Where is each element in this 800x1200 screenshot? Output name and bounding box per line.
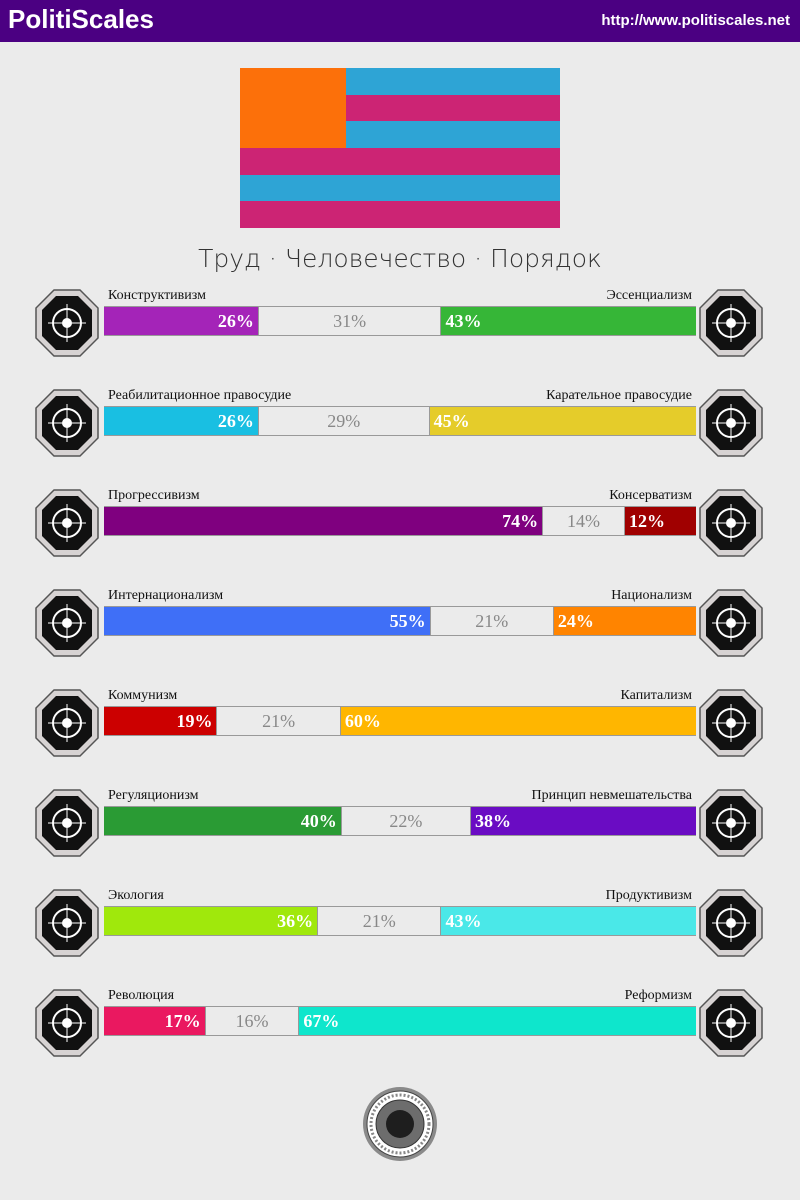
axis-neutral-value: 29% xyxy=(257,407,430,435)
ballot-box-icon xyxy=(698,988,764,1058)
hammer-sickle-icon xyxy=(34,688,100,758)
axis-left-label: Экология xyxy=(108,888,164,903)
axis-neutral-value: 21% xyxy=(216,707,341,735)
axis-left-value: 74% xyxy=(104,507,543,535)
axis-row: Революция Реформизм 17% 16% 67% xyxy=(0,988,800,1068)
flag-canton xyxy=(240,68,346,148)
axis-right-value: 60% xyxy=(340,707,696,735)
axis-bar: 74% 14% 12% xyxy=(104,506,696,536)
prison-bars-icon xyxy=(698,388,764,458)
axis-row: Конструктивизм Эссенциализм 26% 31% 43% xyxy=(0,288,800,368)
axis-left-label: Революция xyxy=(108,988,175,1003)
axis-neutral-value: 21% xyxy=(429,607,554,635)
axis-left-value: 40% xyxy=(104,807,341,835)
handshake-icon xyxy=(34,388,100,458)
axis-left-label: Коммунизм xyxy=(108,688,178,703)
axis-left-label: Регуляционизм xyxy=(108,788,199,803)
quill-icon xyxy=(698,488,764,558)
axis-right-value: 43% xyxy=(441,907,696,935)
axis-row: Регуляционизм Принцип невмешательства 40% 2… xyxy=(0,788,800,868)
axis-right-label: Эссенциализм xyxy=(606,288,692,303)
axis-bar: 19% 21% 60% xyxy=(104,706,696,736)
axis-left-value: 36% xyxy=(104,907,318,935)
money-bag-icon xyxy=(698,688,764,758)
axis-bar: 26% 29% 45% xyxy=(104,406,696,436)
flag-icon xyxy=(698,588,764,658)
axis-left-value: 19% xyxy=(104,707,217,735)
header-bar: PolitiScales http://www.politiscales.net xyxy=(0,0,800,42)
axis-neutral-value: 21% xyxy=(317,907,442,935)
axis-row: Экология Продуктивизм 36% 21% 43% xyxy=(0,888,800,968)
site-url[interactable]: http://www.politiscales.net xyxy=(601,12,790,29)
sprout-icon xyxy=(34,888,100,958)
axis-row: Коммунизм Капитализм 19% 21% 60% xyxy=(0,688,800,768)
ruler-icon xyxy=(34,788,100,858)
axis-bar: 40% 22% 38% xyxy=(104,806,696,836)
flag-stripe xyxy=(240,174,560,202)
axis-left-label: Интернационализм xyxy=(108,588,224,603)
axis-neutral-value: 16% xyxy=(204,1007,300,1035)
axis-right-value: 12% xyxy=(624,507,696,535)
axis-right-label: Консерватизм xyxy=(609,488,692,503)
axis-right-value: 38% xyxy=(471,807,696,835)
axis-left-label: Конструктивизм xyxy=(108,288,206,303)
axis-row: Прогрессивизм Консерватизм 74% 14% 12% xyxy=(0,488,800,568)
ideology-slogan: Труд · Человечество · Порядок xyxy=(198,244,602,273)
eye-icon xyxy=(34,288,100,358)
axis-bar: 26% 31% 43% xyxy=(104,306,696,336)
axis-neutral-value: 22% xyxy=(340,807,472,835)
brand-title: PolitiScales xyxy=(8,4,154,34)
axis-row: Интернационализм Национализм 55% 21% 24% xyxy=(0,588,800,668)
axis-right-value: 43% xyxy=(441,307,696,335)
axis-right-label: Реформизм xyxy=(624,988,692,1003)
axis-left-value: 26% xyxy=(104,307,258,335)
flag-stripe xyxy=(240,201,560,228)
axis-neutral-value: 14% xyxy=(542,507,625,535)
axis-left-value: 17% xyxy=(104,1007,205,1035)
rocket-icon xyxy=(34,488,100,558)
axis-right-value: 67% xyxy=(299,1007,696,1035)
axis-right-label: Карательное правосудие xyxy=(546,388,692,403)
butterfly-icon xyxy=(698,788,764,858)
axis-right-label: Принцип невмешательства xyxy=(531,788,692,803)
seal-icon xyxy=(362,1086,438,1162)
flower-icon xyxy=(698,288,764,358)
axis-row: Реабилитационное правосудие Карательное п… xyxy=(0,388,800,468)
axis-bar: 36% 21% 43% xyxy=(104,906,696,936)
axis-right-label: Национализм xyxy=(611,588,692,603)
result-flag xyxy=(240,68,560,228)
axis-right-value: 24% xyxy=(553,607,696,635)
gear-icon xyxy=(698,888,764,958)
axis-left-label: Реабилитационное правосудие xyxy=(108,388,292,403)
flag-stripe xyxy=(240,148,560,175)
axis-bar: 17% 16% 67% xyxy=(104,1006,696,1036)
axis-left-label: Прогрессивизм xyxy=(108,488,200,503)
axis-right-value: 45% xyxy=(429,407,696,435)
axis-left-value: 55% xyxy=(104,607,430,635)
fist-icon xyxy=(34,988,100,1058)
axis-bar: 55% 21% 24% xyxy=(104,606,696,636)
globe-icon xyxy=(34,588,100,658)
axis-left-value: 26% xyxy=(104,407,258,435)
axis-right-label: Продуктивизм xyxy=(605,888,692,903)
axis-neutral-value: 31% xyxy=(257,307,442,335)
axis-right-label: Капитализм xyxy=(620,688,692,703)
